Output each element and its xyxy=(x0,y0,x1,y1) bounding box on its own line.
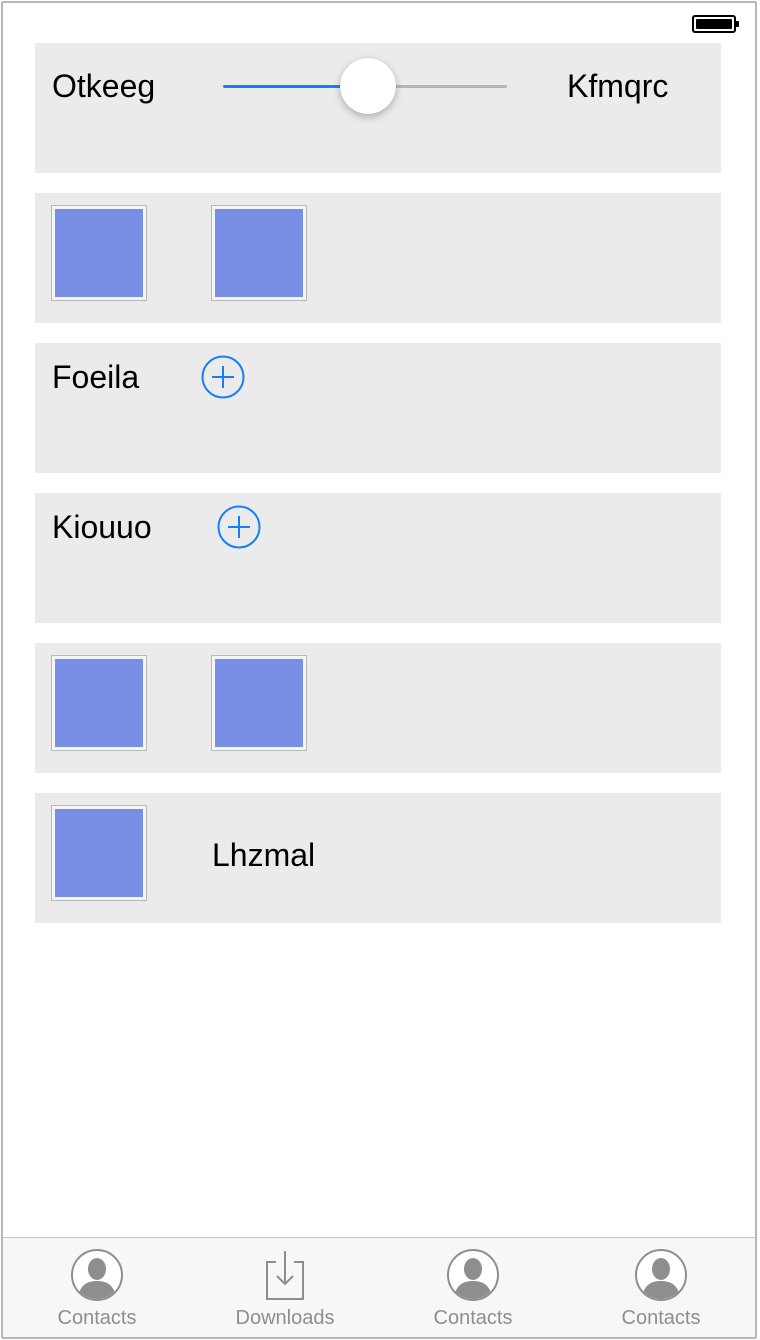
tab-contacts[interactable]: Contacts xyxy=(3,1238,191,1337)
image-placeholder xyxy=(55,809,143,897)
thumbnail-card xyxy=(35,193,721,323)
image-placeholder xyxy=(55,209,143,297)
tab-contacts[interactable]: Contacts xyxy=(567,1238,755,1337)
image-placeholder xyxy=(215,209,303,297)
image-thumbnail[interactable] xyxy=(211,205,307,301)
plus-circle-icon[interactable] xyxy=(201,355,245,399)
image-placeholder xyxy=(55,659,143,747)
contacts-icon xyxy=(447,1249,499,1301)
slider-card: Otkeeg Kfmqrc xyxy=(35,43,721,173)
battery-level xyxy=(696,19,732,29)
thumbnail-card xyxy=(35,643,721,773)
battery-terminal xyxy=(736,21,739,27)
image-thumbnail[interactable] xyxy=(51,805,147,901)
contacts-icon xyxy=(71,1249,123,1301)
plus-circle-icon[interactable] xyxy=(217,505,261,549)
tab-label: Contacts xyxy=(621,1307,701,1329)
kiouuo-card: Kiouuo xyxy=(35,493,721,623)
tab-bar: Contacts Downloads Contacts Contacts xyxy=(3,1237,755,1337)
kiouuo-label: Kiouuo xyxy=(52,509,152,545)
battery-icon xyxy=(692,15,739,33)
slider-thumb[interactable] xyxy=(340,58,396,114)
image-thumbnail[interactable] xyxy=(211,655,307,751)
image-placeholder xyxy=(215,659,303,747)
downloads-icon xyxy=(266,1251,304,1300)
slider-max-label: Kfmqrc xyxy=(567,68,669,104)
value-slider[interactable] xyxy=(223,58,507,114)
tab-label: Downloads xyxy=(235,1307,335,1329)
tab-label: Contacts xyxy=(433,1307,513,1329)
lhzmal-card: Lhzmal xyxy=(35,793,721,923)
tab-label: Contacts xyxy=(57,1307,137,1329)
contacts-icon xyxy=(635,1249,687,1301)
tab-contacts[interactable]: Contacts xyxy=(379,1238,567,1337)
phone-screen: Otkeeg Kfmqrc Foeila Kiouuo Lhzmal Conta… xyxy=(1,1,757,1339)
image-thumbnail[interactable] xyxy=(51,205,147,301)
foeila-label: Foeila xyxy=(52,359,140,395)
slider-min-label: Otkeeg xyxy=(52,68,156,104)
tab-downloads[interactable]: Downloads xyxy=(191,1238,379,1337)
lhzmal-label: Lhzmal xyxy=(212,837,316,873)
image-thumbnail[interactable] xyxy=(51,655,147,751)
foeila-card: Foeila xyxy=(35,343,721,473)
